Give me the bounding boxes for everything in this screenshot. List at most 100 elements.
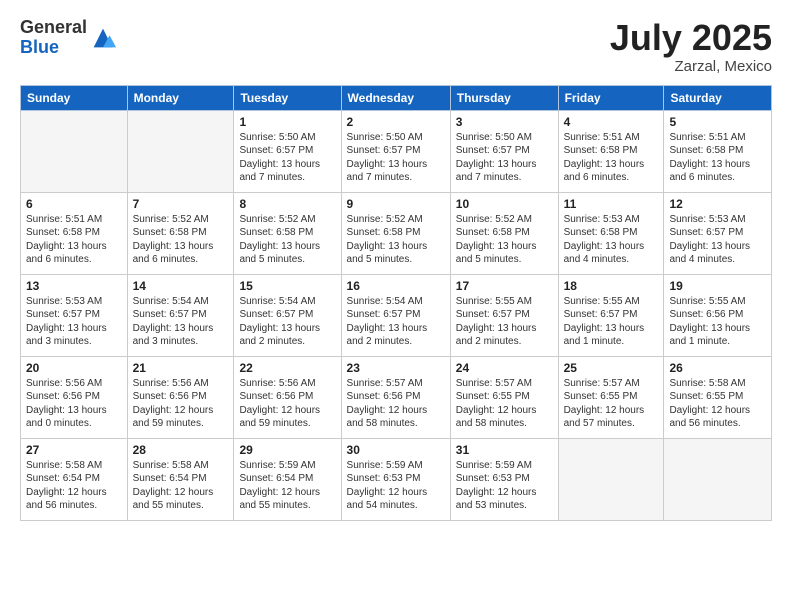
calendar-cell: 19 Sunrise: 5:55 AMSunset: 6:56 PMDayligh… bbox=[664, 274, 772, 356]
calendar-cell: 7Sunrise: 5:52 AMSunset: 6:58 PMDaylight… bbox=[127, 192, 234, 274]
day-number: 17 bbox=[456, 279, 553, 293]
page: General Blue July 2025 Zarzal, Mexico Su… bbox=[0, 0, 792, 612]
day-number: 16 bbox=[347, 279, 445, 293]
calendar-cell: 22Sunrise: 5:56 AMSunset: 6:56 PMDayligh… bbox=[234, 356, 341, 438]
day-number: 4 bbox=[564, 115, 659, 129]
calendar-cell: 28 Sunrise: 5:58 AMSunset: 6:54 PMDayligh… bbox=[127, 438, 234, 520]
day-number: 12 bbox=[669, 197, 766, 211]
calendar-cell: 8Sunrise: 5:52 AMSunset: 6:58 PMDaylight… bbox=[234, 192, 341, 274]
day-detail: Sunrise: 5:53 AMSunset: 6:57 PMDaylight:… bbox=[669, 213, 766, 267]
day-detail: Sunrise: 5:57 AMSunset: 6:55 PMDaylight:… bbox=[564, 377, 659, 431]
day-detail: Sunrise: 5:53 AMSunset: 6:58 PMDaylight:… bbox=[564, 213, 659, 267]
day-detail: Sunrise: 5:55 AMSunset: 6:56 PMDaylight:… bbox=[669, 295, 766, 349]
day-detail: Sunrise: 5:54 AMSunset: 6:57 PMDaylight:… bbox=[239, 295, 335, 349]
day-detail: Sunrise: 5:50 AMSunset: 6:57 PMDaylight:… bbox=[347, 131, 445, 185]
day-detail: Sunrise: 5:58 AMSunset: 6:54 PMDaylight:… bbox=[133, 459, 229, 513]
calendar-cell: 6 Sunrise: 5:51 AMSunset: 6:58 PMDaylight… bbox=[21, 192, 128, 274]
calendar-week-1: 1 Sunrise: 5:50 AMSunset: 6:57 PMDaylight… bbox=[21, 110, 772, 192]
calendar-cell: 25 Sunrise: 5:57 AMSunset: 6:55 PMDayligh… bbox=[558, 356, 664, 438]
day-detail: Sunrise: 5:50 AMSunset: 6:57 PMDaylight:… bbox=[239, 131, 335, 185]
day-number: 5 bbox=[669, 115, 766, 129]
day-number: 19 bbox=[669, 279, 766, 293]
calendar-cell: 14Sunrise: 5:54 AMSunset: 6:57 PMDayligh… bbox=[127, 274, 234, 356]
header-monday: Monday bbox=[127, 85, 234, 110]
calendar-cell: 4 Sunrise: 5:51 AMSunset: 6:58 PMDaylight… bbox=[558, 110, 664, 192]
day-detail: Sunrise: 5:57 AMSunset: 6:55 PMDaylight:… bbox=[456, 377, 553, 431]
header: General Blue July 2025 Zarzal, Mexico bbox=[20, 18, 772, 75]
day-detail: Sunrise: 5:52 AMSunset: 6:58 PMDaylight:… bbox=[456, 213, 553, 267]
day-number: 26 bbox=[669, 361, 766, 375]
header-wednesday: Wednesday bbox=[341, 85, 450, 110]
location: Zarzal, Mexico bbox=[610, 58, 772, 75]
calendar-cell: 17 Sunrise: 5:55 AMSunset: 6:57 PMDayligh… bbox=[450, 274, 558, 356]
day-detail: Sunrise: 5:51 AMSunset: 6:58 PMDaylight:… bbox=[564, 131, 659, 185]
day-detail: Sunrise: 5:56 AMSunset: 6:56 PMDaylight:… bbox=[26, 377, 122, 431]
day-detail: Sunrise: 5:54 AMSunset: 6:57 PMDaylight:… bbox=[133, 295, 229, 349]
day-detail: Sunrise: 5:59 AMSunset: 6:53 PMDaylight:… bbox=[456, 459, 553, 513]
day-number: 11 bbox=[564, 197, 659, 211]
header-sunday: Sunday bbox=[21, 85, 128, 110]
calendar-cell: 26Sunrise: 5:58 AMSunset: 6:55 PMDayligh… bbox=[664, 356, 772, 438]
calendar-cell: 18Sunrise: 5:55 AMSunset: 6:57 PMDayligh… bbox=[558, 274, 664, 356]
day-number: 31 bbox=[456, 443, 553, 457]
calendar-cell bbox=[664, 438, 772, 520]
day-number: 6 bbox=[26, 197, 122, 211]
calendar-week-3: 13Sunrise: 5:53 AMSunset: 6:57 PMDayligh… bbox=[21, 274, 772, 356]
calendar-cell: 29Sunrise: 5:59 AMSunset: 6:54 PMDayligh… bbox=[234, 438, 341, 520]
day-number: 1 bbox=[239, 115, 335, 129]
day-number: 30 bbox=[347, 443, 445, 457]
calendar-cell: 5Sunrise: 5:51 AMSunset: 6:58 PMDaylight… bbox=[664, 110, 772, 192]
calendar-cell: 9 Sunrise: 5:52 AMSunset: 6:58 PMDaylight… bbox=[341, 192, 450, 274]
header-tuesday: Tuesday bbox=[234, 85, 341, 110]
calendar-cell: 27 Sunrise: 5:58 AMSunset: 6:54 PMDayligh… bbox=[21, 438, 128, 520]
calendar-cell: 1 Sunrise: 5:50 AMSunset: 6:57 PMDaylight… bbox=[234, 110, 341, 192]
month-title: July 2025 bbox=[610, 18, 772, 58]
calendar-cell bbox=[21, 110, 128, 192]
day-number: 21 bbox=[133, 361, 229, 375]
day-number: 15 bbox=[239, 279, 335, 293]
calendar-cell: 21 Sunrise: 5:56 AMSunset: 6:56 PMDayligh… bbox=[127, 356, 234, 438]
calendar-cell bbox=[558, 438, 664, 520]
calendar-cell: 11 Sunrise: 5:53 AMSunset: 6:58 PMDayligh… bbox=[558, 192, 664, 274]
day-detail: Sunrise: 5:58 AMSunset: 6:54 PMDaylight:… bbox=[26, 459, 122, 513]
calendar-cell: 31 Sunrise: 5:59 AMSunset: 6:53 PMDayligh… bbox=[450, 438, 558, 520]
day-detail: Sunrise: 5:54 AMSunset: 6:57 PMDaylight:… bbox=[347, 295, 445, 349]
day-detail: Sunrise: 5:55 AMSunset: 6:57 PMDaylight:… bbox=[564, 295, 659, 349]
day-detail: Sunrise: 5:52 AMSunset: 6:58 PMDaylight:… bbox=[239, 213, 335, 267]
calendar-cell: 16 Sunrise: 5:54 AMSunset: 6:57 PMDayligh… bbox=[341, 274, 450, 356]
calendar: Sunday Monday Tuesday Wednesday Thursday… bbox=[20, 85, 772, 521]
day-detail: Sunrise: 5:56 AMSunset: 6:56 PMDaylight:… bbox=[133, 377, 229, 431]
day-number: 13 bbox=[26, 279, 122, 293]
day-detail: Sunrise: 5:51 AMSunset: 6:58 PMDaylight:… bbox=[26, 213, 122, 267]
day-number: 27 bbox=[26, 443, 122, 457]
calendar-cell: 10Sunrise: 5:52 AMSunset: 6:58 PMDayligh… bbox=[450, 192, 558, 274]
day-detail: Sunrise: 5:52 AMSunset: 6:58 PMDaylight:… bbox=[347, 213, 445, 267]
logo-text: General Blue bbox=[20, 18, 87, 58]
day-detail: Sunrise: 5:59 AMSunset: 6:54 PMDaylight:… bbox=[239, 459, 335, 513]
day-number: 9 bbox=[347, 197, 445, 211]
calendar-week-5: 27 Sunrise: 5:58 AMSunset: 6:54 PMDayligh… bbox=[21, 438, 772, 520]
calendar-week-4: 20 Sunrise: 5:56 AMSunset: 6:56 PMDayligh… bbox=[21, 356, 772, 438]
logo-blue: Blue bbox=[20, 38, 87, 58]
day-number: 24 bbox=[456, 361, 553, 375]
calendar-cell: 20 Sunrise: 5:56 AMSunset: 6:56 PMDayligh… bbox=[21, 356, 128, 438]
day-number: 25 bbox=[564, 361, 659, 375]
day-detail: Sunrise: 5:57 AMSunset: 6:56 PMDaylight:… bbox=[347, 377, 445, 431]
calendar-cell: 3 Sunrise: 5:50 AMSunset: 6:57 PMDaylight… bbox=[450, 110, 558, 192]
header-thursday: Thursday bbox=[450, 85, 558, 110]
calendar-cell: 13Sunrise: 5:53 AMSunset: 6:57 PMDayligh… bbox=[21, 274, 128, 356]
calendar-week-2: 6 Sunrise: 5:51 AMSunset: 6:58 PMDaylight… bbox=[21, 192, 772, 274]
header-saturday: Saturday bbox=[664, 85, 772, 110]
day-number: 22 bbox=[239, 361, 335, 375]
day-number: 3 bbox=[456, 115, 553, 129]
calendar-cell: 12 Sunrise: 5:53 AMSunset: 6:57 PMDayligh… bbox=[664, 192, 772, 274]
title-block: July 2025 Zarzal, Mexico bbox=[610, 18, 772, 75]
day-detail: Sunrise: 5:52 AMSunset: 6:58 PMDaylight:… bbox=[133, 213, 229, 267]
header-friday: Friday bbox=[558, 85, 664, 110]
calendar-cell bbox=[127, 110, 234, 192]
day-number: 20 bbox=[26, 361, 122, 375]
logo: General Blue bbox=[20, 18, 117, 58]
day-number: 28 bbox=[133, 443, 229, 457]
day-detail: Sunrise: 5:50 AMSunset: 6:57 PMDaylight:… bbox=[456, 131, 553, 185]
day-detail: Sunrise: 5:55 AMSunset: 6:57 PMDaylight:… bbox=[456, 295, 553, 349]
